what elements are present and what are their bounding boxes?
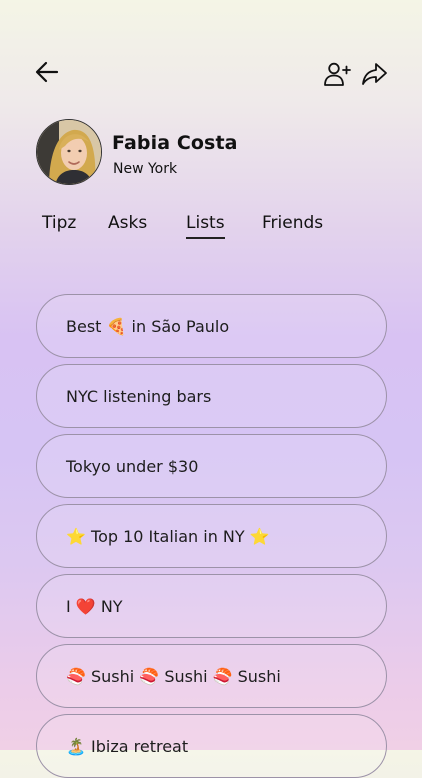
share-button[interactable] <box>358 58 390 90</box>
add-friend-button[interactable] <box>321 58 353 90</box>
profile-location: New York <box>113 161 178 177</box>
list-item[interactable]: NYC listening bars <box>36 364 387 428</box>
tab-asks[interactable]: Asks <box>108 213 147 233</box>
tab-tipz[interactable]: Tipz <box>42 213 76 233</box>
profile-tabs: Tipz Asks Lists Friends <box>0 213 422 243</box>
tab-friends[interactable]: Friends <box>262 213 323 233</box>
profile-name: Fabia Costa <box>112 132 238 154</box>
profile-header: Fabia Costa New York <box>36 119 376 187</box>
tab-lists[interactable]: Lists <box>186 213 225 239</box>
list-item[interactable]: 🍣 Sushi 🍣 Sushi 🍣 Sushi <box>36 644 387 708</box>
list-item[interactable]: Tokyo under $30 <box>36 434 387 498</box>
profile-photo <box>37 120 101 184</box>
avatar[interactable] <box>36 119 102 185</box>
list-item[interactable]: ⭐ Top 10 Italian in NY ⭐ <box>36 504 387 568</box>
add-user-icon <box>324 62 351 86</box>
share-arrow-icon <box>362 63 387 85</box>
arrow-left-icon <box>35 61 59 83</box>
list-item[interactable]: I ❤️ NY <box>36 574 387 638</box>
top-bar <box>0 56 422 92</box>
back-button[interactable] <box>31 56 63 88</box>
list-item[interactable]: 🏝️ Ibiza retreat <box>36 714 387 778</box>
list-item[interactable]: Best 🍕 in São Paulo <box>36 294 387 358</box>
profile-screen: Fabia Costa New York Tipz Asks Lists Fri… <box>0 0 422 778</box>
